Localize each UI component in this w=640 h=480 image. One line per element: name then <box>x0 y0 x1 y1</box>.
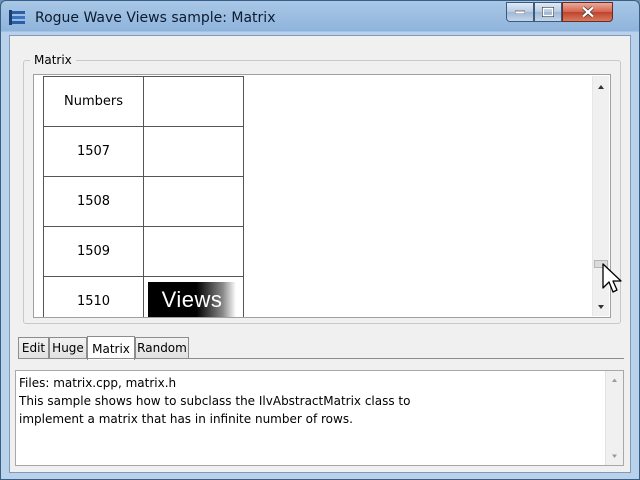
minimize-icon <box>515 10 525 14</box>
title-bar[interactable]: Rogue Wave Views sample: Matrix <box>1 1 639 35</box>
tab-edit[interactable]: Edit <box>18 337 49 358</box>
matrix-cell[interactable] <box>143 126 244 177</box>
close-button[interactable] <box>562 2 613 22</box>
views-logo: Views <box>148 282 236 317</box>
views-logo-text: Views <box>161 287 223 312</box>
matrix-cell[interactable] <box>143 176 244 227</box>
tab-random[interactable]: Random <box>135 337 189 358</box>
description-scrollbar[interactable] <box>605 371 623 465</box>
matrix-row-cell[interactable]: 1507 <box>43 126 144 177</box>
close-icon <box>581 6 594 18</box>
minimize-button[interactable] <box>506 2 534 22</box>
window-title: Rogue Wave Views sample: Matrix <box>35 10 276 26</box>
client-area: Matrix Numbers 1507 1508 1509 1510 Views <box>9 35 631 473</box>
matrix-cell[interactable]: Views <box>143 276 244 317</box>
groupbox-label: Matrix <box>30 53 76 67</box>
matrix-row-cell[interactable]: 1508 <box>43 176 144 227</box>
scroll-down-icon[interactable] <box>606 449 623 463</box>
maximize-icon <box>542 7 554 17</box>
scroll-down-icon[interactable] <box>593 298 609 315</box>
tab-huge[interactable]: Huge <box>49 337 87 358</box>
description-text: Files: matrix.cpp, matrix.h This sample … <box>19 376 411 426</box>
tab-divider <box>18 358 624 359</box>
maximize-button[interactable] <box>534 2 562 22</box>
matrix-row-cell[interactable]: 1509 <box>43 226 144 277</box>
matrix-header-cell[interactable]: Numbers <box>43 76 144 127</box>
app-icon <box>9 10 25 25</box>
matrix-row-cell[interactable]: 1510 <box>43 276 144 317</box>
scroll-up-icon[interactable] <box>606 373 623 387</box>
matrix-cell[interactable] <box>143 226 244 277</box>
matrix-view[interactable]: Numbers 1507 1508 1509 1510 Views <box>33 74 611 318</box>
main-window: Rogue Wave Views sample: Matrix Matrix N… <box>0 0 640 480</box>
description-box[interactable]: Files: matrix.cpp, matrix.h This sample … <box>15 370 624 466</box>
matrix-cell[interactable] <box>143 76 244 127</box>
mouse-cursor-icon <box>602 263 622 293</box>
scroll-up-icon[interactable] <box>593 78 609 95</box>
tab-matrix[interactable]: Matrix <box>87 336 135 360</box>
